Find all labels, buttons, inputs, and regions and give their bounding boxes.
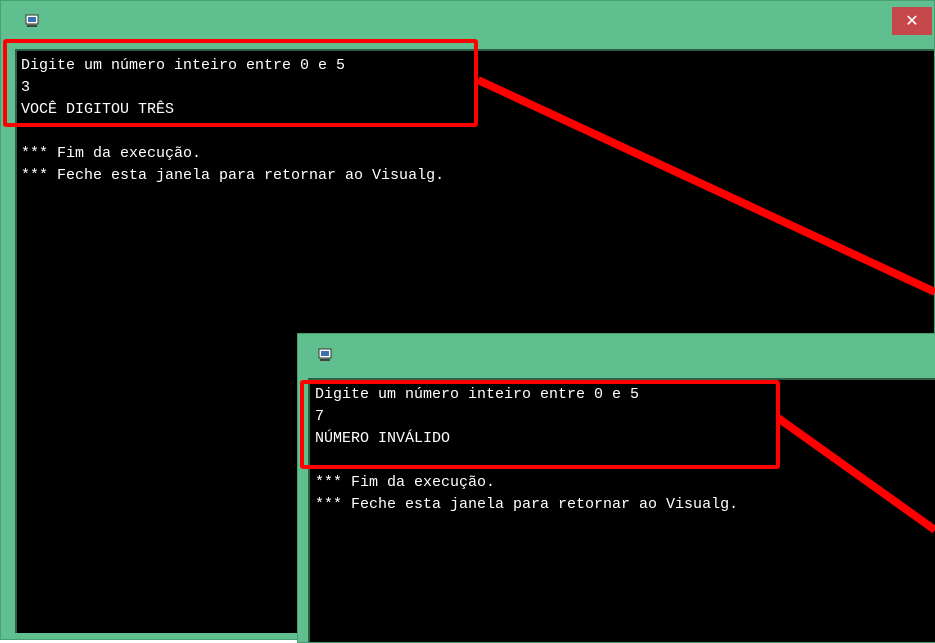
console-window-bottom: Digite um número inteiro entre 0 e 5 7 N…: [297, 333, 935, 643]
console-line: 3: [21, 79, 31, 96]
close-button[interactable]: ✕: [892, 7, 932, 35]
computer-icon: [25, 14, 39, 27]
console-line: Digite um número inteiro entre 0 e 5: [315, 386, 640, 403]
console-line: Digite um número inteiro entre 0 e 5: [21, 57, 346, 74]
console-line: *** Feche esta janela para retornar ao V…: [315, 496, 739, 513]
title-bar[interactable]: ✕: [1, 1, 934, 39]
console-line: *** Fim da execução.: [21, 145, 202, 162]
console-line: *** Fim da execução.: [315, 474, 496, 491]
title-bar[interactable]: [298, 334, 935, 376]
console-line: NÚMERO INVÁLIDO: [315, 430, 451, 447]
console-line: 7: [315, 408, 325, 425]
computer-icon: [318, 348, 332, 361]
console-line: VOCÊ DIGITOU TRÊS: [21, 101, 175, 118]
console-output: Digite um número inteiro entre 0 e 5 7 N…: [308, 378, 935, 642]
console-line: *** Feche esta janela para retornar ao V…: [21, 167, 445, 184]
